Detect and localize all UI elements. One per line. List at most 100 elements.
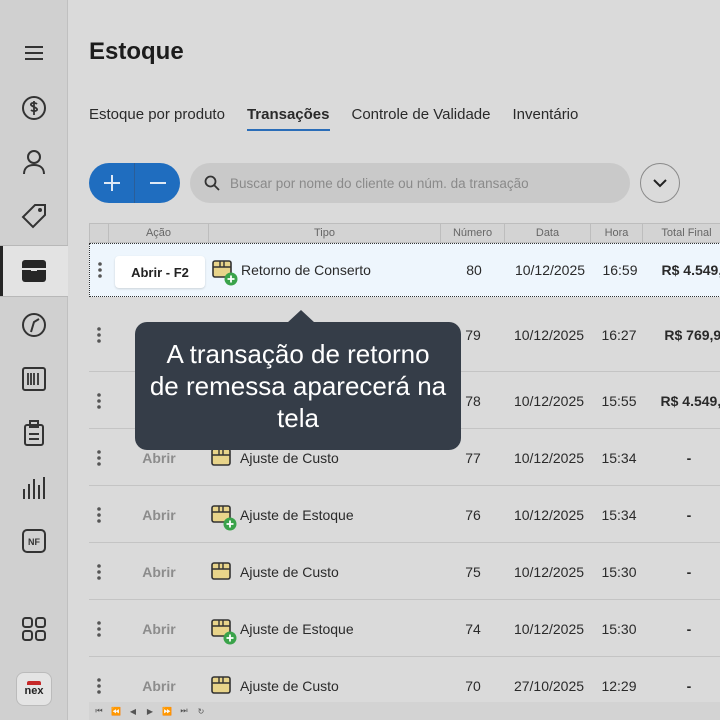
tag-icon[interactable] xyxy=(0,191,68,241)
box-plus-icon xyxy=(210,618,237,644)
sidebar-item-stock[interactable] xyxy=(0,245,68,297)
add-button[interactable] xyxy=(89,163,134,203)
time-cell: 15:30 xyxy=(601,563,637,580)
tab-stock-by-product[interactable]: Estoque por produto xyxy=(89,106,225,131)
open-button[interactable]: Abrir xyxy=(114,601,204,656)
type-label: Ajuste de Estoque xyxy=(240,620,354,637)
number-cell: 75 xyxy=(465,563,481,580)
add-badge-icon xyxy=(224,272,238,286)
onboarding-tooltip: A transação de retorno de remessa aparec… xyxy=(135,310,461,450)
search-bar xyxy=(190,163,630,203)
pagination-bar: ⏮ ⏪ ◀ ▶ ⏩ ⏭ ↻ xyxy=(89,702,720,720)
date-cell: 10/12/2025 xyxy=(513,449,585,466)
tab-expiration-control[interactable]: Controle de Validade xyxy=(352,106,491,131)
prev-fast-icon[interactable]: ⏪ xyxy=(109,707,123,716)
box-icon xyxy=(210,561,232,583)
total-cell: R$ 769,90 xyxy=(664,326,720,343)
row-menu-icon[interactable] xyxy=(91,298,107,371)
row-menu-icon[interactable] xyxy=(91,487,107,542)
type-label: Ajuste de Custo xyxy=(240,563,339,580)
row-menu-icon[interactable] xyxy=(91,601,107,656)
date-cell: 10/12/2025 xyxy=(513,563,585,580)
nex-logo[interactable]: nex xyxy=(16,672,52,706)
logo-text: nex xyxy=(24,685,44,697)
filter-expand-button[interactable] xyxy=(640,163,680,203)
col-number[interactable]: Número xyxy=(440,224,504,242)
tooltip-text: A transação de retorno de remessa aparec… xyxy=(149,339,447,433)
type-label: Ajuste de Custo xyxy=(240,677,339,694)
total-cell: R$ 4.549,9 xyxy=(661,262,720,278)
search-input[interactable] xyxy=(230,175,610,191)
number-cell: 80 xyxy=(466,262,482,278)
sidebar: NF nex xyxy=(0,0,68,720)
user-icon[interactable] xyxy=(0,137,68,187)
prev-page-icon[interactable]: ◀ xyxy=(126,707,140,716)
type-label: Ajuste de Estoque xyxy=(240,506,354,523)
type-cell: Ajuste de Estoque xyxy=(210,487,440,542)
tabs: Estoque por produto Transações Controle … xyxy=(89,106,578,131)
date-cell: 10/12/2025 xyxy=(513,620,585,637)
total-cell: - xyxy=(686,449,692,466)
table-header: Ação Tipo Número Data Hora Total Final xyxy=(89,223,720,243)
row-menu-icon[interactable] xyxy=(92,244,108,296)
table-row[interactable]: Abrir - F2 Retorno de Conserto 80 10/12/202… xyxy=(89,243,720,297)
next-fast-icon[interactable]: ⏩ xyxy=(160,707,174,716)
table-row[interactable]: Abrir Ajuste de Custo 75 10/12/2025 15:30 - xyxy=(89,544,720,600)
last-page-icon[interactable]: ⏭ xyxy=(177,706,191,716)
box-plus-icon xyxy=(210,504,237,530)
time-cell: 15:34 xyxy=(601,506,637,523)
chart-icon[interactable] xyxy=(0,462,68,512)
date-cell: 10/12/2025 xyxy=(513,506,585,523)
time-cell: 15:30 xyxy=(601,620,637,637)
row-menu-icon[interactable] xyxy=(91,544,107,599)
total-cell: - xyxy=(686,563,692,580)
remove-button[interactable] xyxy=(134,163,180,203)
svg-text:NF: NF xyxy=(28,537,40,547)
nf-icon[interactable]: NF xyxy=(0,516,68,566)
clipboard-icon[interactable] xyxy=(0,408,68,458)
table-row[interactable]: Abrir Ajuste de Estoque 76 10/12/2025 15:34 - xyxy=(89,487,720,543)
tab-inventory[interactable]: Inventário xyxy=(512,106,578,131)
type-label: Retorno de Conserto xyxy=(241,262,371,278)
open-button[interactable]: Abrir xyxy=(114,487,204,542)
add-remove-group xyxy=(89,163,180,203)
refresh-icon[interactable]: ↻ xyxy=(194,707,208,716)
time-cell: 16:27 xyxy=(601,326,637,343)
col-action[interactable]: Ação xyxy=(108,224,208,242)
box-plus-icon xyxy=(211,259,238,286)
apps-icon[interactable] xyxy=(0,604,68,654)
first-page-icon[interactable]: ⏮ xyxy=(92,706,106,716)
chevron-down-icon xyxy=(653,179,667,188)
dollar-icon[interactable] xyxy=(0,83,68,133)
date-cell: 10/12/2025 xyxy=(513,392,585,409)
transactions-table: Ação Tipo Número Data Hora Total Final A… xyxy=(89,223,720,714)
tab-transactions[interactable]: Transações xyxy=(246,106,330,131)
number-cell: 74 xyxy=(465,620,481,637)
date-cell: 10/12/2025 xyxy=(513,326,585,343)
row-menu-icon[interactable] xyxy=(91,430,107,485)
box-icon xyxy=(210,675,232,697)
open-button[interactable]: Abrir xyxy=(114,544,204,599)
plus-icon xyxy=(103,175,120,191)
page-title: Estoque xyxy=(89,38,184,65)
next-page-icon[interactable]: ▶ xyxy=(143,707,157,716)
table-row[interactable]: Abrir Ajuste de Estoque 74 10/12/2025 15:30 - xyxy=(89,601,720,657)
type-cell: Retorno de Conserto xyxy=(211,244,441,296)
total-cell: R$ 4.549,9 xyxy=(660,392,720,409)
col-type[interactable]: Tipo xyxy=(208,224,440,242)
bottle-icon[interactable] xyxy=(0,300,68,350)
time-cell: 15:34 xyxy=(601,449,637,466)
row-menu-icon[interactable] xyxy=(91,373,107,428)
col-total[interactable]: Total Final xyxy=(642,224,720,242)
menu-icon[interactable] xyxy=(0,28,68,78)
total-cell: - xyxy=(686,620,692,637)
type-cell: Ajuste de Custo xyxy=(210,544,440,599)
add-badge-icon xyxy=(223,631,237,644)
col-date[interactable]: Data xyxy=(504,224,590,242)
barcode-icon[interactable] xyxy=(0,354,68,404)
time-cell: 15:55 xyxy=(601,392,637,409)
open-button[interactable]: Abrir - F2 xyxy=(115,256,205,288)
number-cell: 76 xyxy=(465,506,481,523)
time-cell: 16:59 xyxy=(602,262,638,278)
col-time[interactable]: Hora xyxy=(590,224,642,242)
